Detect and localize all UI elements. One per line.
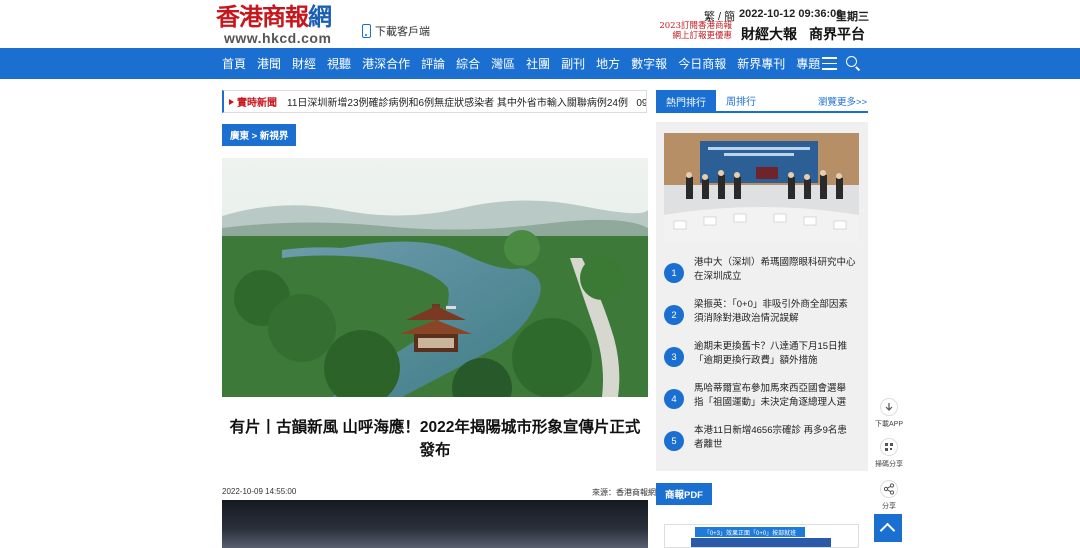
scan-share-button[interactable]: 掃碼分享 bbox=[872, 438, 906, 469]
hamburger-menu-icon[interactable] bbox=[822, 57, 837, 70]
nav-item-11[interactable]: 數字報 bbox=[631, 55, 667, 72]
nav-item-0[interactable]: 首頁 bbox=[222, 55, 246, 72]
current-datetime: 2022-10-12 09:36:06 bbox=[739, 8, 843, 20]
nav-item-2[interactable]: 財經 bbox=[292, 55, 316, 72]
article-source: 來源：香港商報網 bbox=[592, 488, 656, 497]
article-hero-image bbox=[222, 158, 648, 397]
phone-icon bbox=[362, 24, 371, 38]
site-header: 香港商報網 www.hkcd.com 下載客戶端 2023訂閱香港商報 網上訂報… bbox=[0, 0, 1080, 48]
nav-item-12[interactable]: 今日商報 bbox=[678, 55, 726, 72]
nav-item-13[interactable]: 新界專刊 bbox=[737, 55, 785, 72]
download-app-label: 下載APP bbox=[874, 421, 903, 428]
list-item[interactable]: 4 馬哈蒂爾宣布參加馬來西亞國會選舉 指「祖國運動」未決定角逐總理人選 bbox=[664, 382, 860, 418]
rank-number: 1 bbox=[664, 263, 684, 283]
rank-headline[interactable]: 馬哈蒂爾宣布參加馬來西亞國會選舉 指「祖國運動」未決定角逐總理人選 bbox=[694, 382, 856, 410]
site-logo[interactable]: 香港商報網 www.hkcd.com bbox=[216, 2, 351, 47]
main-nav: 首頁 港聞 財經 視聽 港深合作 評論 綜合 灣區 社團 副刊 地方 數字報 今日商報 新界專刊 專題 bbox=[0, 48, 1080, 79]
rank-headline[interactable]: 梁振英：「0+0」非吸引外商全部因素 須消除對港政治情況誤解 bbox=[694, 298, 856, 326]
news-ticker[interactable]: 實時新聞 11日深圳新增23例確診病例和6例無症狀感染者 其中外省市輸入關聯病例… bbox=[222, 90, 647, 113]
nav-item-8[interactable]: 社團 bbox=[526, 55, 550, 72]
rank-headline[interactable]: 逾期未更換舊卡？八達通下月15日推「逾期更換行政費」額外措施 bbox=[694, 340, 856, 368]
brand-link-business[interactable]: 商界平台 bbox=[809, 24, 865, 44]
article-title: 有片丨古韻新風 山呼海應！2022年揭陽城市形象宣傳片正式發布 bbox=[229, 419, 641, 459]
breadcrumb[interactable]: 廣東 > 新視界 bbox=[222, 124, 297, 146]
scan-share-label: 掃碼分享 bbox=[875, 461, 903, 468]
subscription-promo[interactable]: 2023訂閱香港商報 網上訂報更優惠 bbox=[656, 21, 732, 41]
list-item[interactable]: 5 本港11日新增4656宗確診 再多9名患者離世 bbox=[664, 424, 860, 460]
ticker-time: 09:22 bbox=[636, 98, 646, 109]
list-item[interactable]: 3 逾期未更換舊卡？八達通下月15日推「逾期更換行政費」額外措施 bbox=[664, 340, 860, 376]
rank-number: 5 bbox=[664, 431, 684, 451]
nav-item-9[interactable]: 副刊 bbox=[561, 55, 585, 72]
qr-code-icon bbox=[880, 438, 898, 456]
nav-items: 首頁 港聞 財經 視聽 港深合作 評論 綜合 灣區 社團 副刊 地方 數字報 今日商報 新界專刊 專題 bbox=[222, 48, 831, 79]
article-video[interactable] bbox=[222, 500, 648, 548]
ticker-label-text: 實時新聞 bbox=[237, 98, 277, 109]
nav-item-14[interactable]: 專題 bbox=[796, 55, 820, 72]
pdf-preview[interactable]: 「0+3」效果正面「0+0」按部就班 bbox=[664, 524, 859, 548]
download-client-label: 下載客戶端 bbox=[375, 26, 430, 38]
nav-item-4[interactable]: 港深合作 bbox=[362, 55, 410, 72]
tab-hot-ranking[interactable]: 熱門排行 bbox=[656, 90, 716, 113]
download-arrow-icon bbox=[880, 398, 898, 416]
pdf-headline-block bbox=[691, 538, 831, 547]
rank-number: 3 bbox=[664, 347, 684, 367]
ticker-label: 實時新聞 bbox=[229, 94, 277, 109]
share-button[interactable]: 分享 bbox=[872, 480, 906, 511]
brand-link-finance[interactable]: 財經大報 bbox=[741, 24, 797, 44]
pdf-section-label[interactable]: 商報PDF bbox=[656, 483, 712, 505]
ranking-top-photo[interactable] bbox=[664, 133, 859, 242]
promo-line-2: 網上訂報更優惠 bbox=[672, 31, 732, 41]
article-date: 2022-10-09 14:55:00 bbox=[222, 487, 297, 496]
pdf-preview-text: 「0+3」效果正面「0+0」按部就班 bbox=[695, 527, 805, 537]
logo-url-text: www.hkcd.com bbox=[224, 30, 332, 46]
rank-number: 4 bbox=[664, 389, 684, 409]
list-item[interactable]: 1 港中大（深圳）希瑪國際眼科研究中心在深圳成立 bbox=[664, 256, 860, 292]
share-icon bbox=[880, 480, 898, 498]
search-icon[interactable] bbox=[846, 56, 861, 71]
nav-item-7[interactable]: 灣區 bbox=[491, 55, 515, 72]
nav-item-5[interactable]: 評論 bbox=[421, 55, 445, 72]
rank-headline[interactable]: 港中大（深圳）希瑪國際眼科研究中心在深圳成立 bbox=[694, 256, 856, 284]
nav-item-1[interactable]: 港聞 bbox=[257, 55, 281, 72]
tab-weekly-ranking[interactable]: 周排行 bbox=[716, 90, 766, 113]
language-switch[interactable]: 繁 / 簡 bbox=[704, 8, 735, 24]
rank-number: 2 bbox=[664, 305, 684, 325]
nav-item-10[interactable]: 地方 bbox=[596, 55, 620, 72]
current-weekday: 星期三 bbox=[836, 11, 869, 23]
nav-item-6[interactable]: 綜合 bbox=[456, 55, 480, 72]
browse-more-link[interactable]: 瀏覽更多>> bbox=[818, 94, 867, 108]
download-client-link[interactable]: 下載客戶端 bbox=[362, 23, 430, 39]
list-item[interactable]: 2 梁振英：「0+0」非吸引外商全部因素 須消除對港政治情況誤解 bbox=[664, 298, 860, 334]
logo-text: 香港商報網 bbox=[216, 2, 332, 31]
nav-item-3[interactable]: 視聽 bbox=[327, 55, 351, 72]
ticker-headline[interactable]: 11日深圳新增23例確診病例和6例無症狀感染者 其中外省市輸入關聯病例24例 0… bbox=[287, 94, 646, 109]
download-app-button[interactable]: 下載APP bbox=[872, 398, 906, 429]
rank-headline[interactable]: 本港11日新增4656宗確診 再多9名患者離世 bbox=[694, 424, 856, 452]
play-arrow-icon bbox=[229, 98, 234, 105]
back-to-top-button[interactable] bbox=[874, 514, 902, 542]
share-label: 分享 bbox=[882, 503, 896, 510]
